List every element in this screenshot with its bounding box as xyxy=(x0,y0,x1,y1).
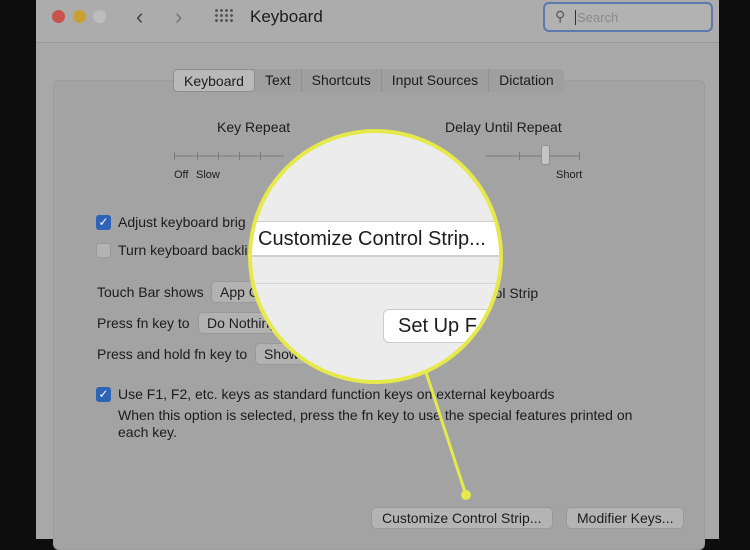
magnified-setup-label: Set Up F xyxy=(398,315,477,337)
magnifier-callout: Customize Control Strip... Set Up F xyxy=(248,129,503,384)
magnified-customize-label: Customize Control Strip... xyxy=(258,228,486,250)
callout-dot xyxy=(461,490,471,500)
magnified-customize-button: Customize Control Strip... xyxy=(252,221,499,257)
callout-pointer xyxy=(420,359,468,496)
magnified-setup-button: Set Up F xyxy=(383,309,499,343)
divider xyxy=(252,283,499,284)
